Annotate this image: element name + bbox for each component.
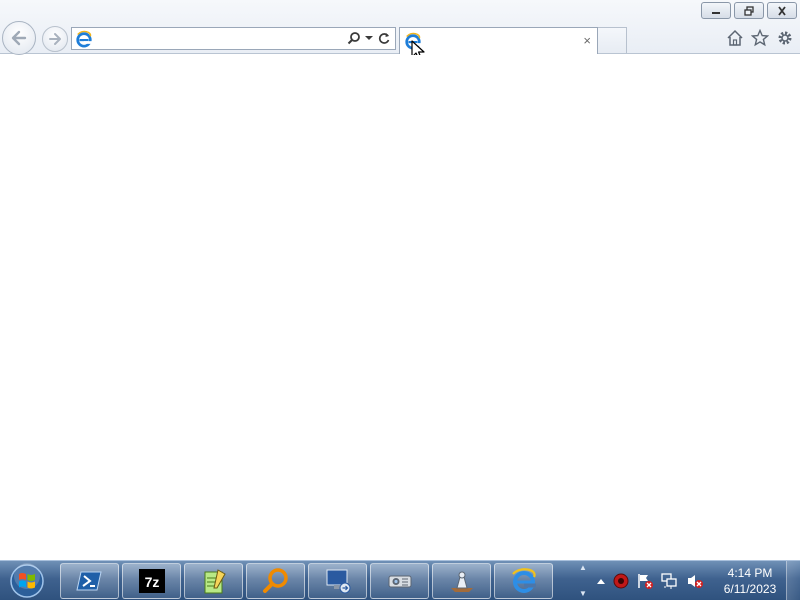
system-tray [596,561,704,600]
tab-close-button[interactable]: × [583,34,591,47]
new-tab-button[interactable] [598,27,627,53]
taskbar-search-tool-button[interactable] [246,563,305,599]
address-tools [347,31,391,45]
back-arrow-icon [11,30,27,46]
restore-button[interactable] [734,2,764,19]
search-icon[interactable] [347,31,361,45]
remote-desktop-icon [326,569,350,594]
home-icon[interactable] [725,28,744,47]
clock-date: 6/11/2023 [723,582,777,596]
7zip-icon: 7z [138,569,165,593]
windows-orb-icon [10,563,44,598]
notepadpp-icon [204,569,226,594]
settings-gear-icon[interactable] [775,28,794,47]
svg-text:7z: 7z [144,574,159,590]
taskbar: 7z ▲ ▼ 4:14 PM 6/11/2023 [0,560,800,600]
taskbar-internet-explorer-button[interactable] [494,563,553,599]
tab-current[interactable]: × [399,27,598,54]
taskbar-scroll[interactable]: ▲ ▼ [577,563,589,599]
forward-button[interactable] [42,26,68,52]
taskbar-powershell-button[interactable] [60,563,119,599]
show-desktop-button[interactable] [786,561,800,600]
forward-arrow-icon [49,33,61,45]
minimize-button[interactable] [701,2,731,19]
back-button[interactable] [2,21,36,55]
close-icon [778,5,786,16]
projector-icon [388,575,411,588]
red-circle-icon[interactable] [613,573,629,589]
volume-muted-icon[interactable] [686,572,704,590]
command-icons [725,28,794,47]
browser-toolbar: × [0,0,800,55]
clock-time: 4:14 PM [727,566,773,580]
ie-logo-icon [511,568,536,593]
address-bar[interactable] [71,27,396,50]
refresh-icon[interactable] [377,31,391,45]
taskbar-7zip-button[interactable]: 7z [122,563,181,599]
flag-error-icon[interactable] [636,572,654,590]
mixer-icon [450,571,473,592]
system-clock[interactable]: 4:14 PM 6/11/2023 [717,565,783,597]
network-error-icon[interactable] [661,572,679,590]
minimize-icon [712,11,720,14]
address-input[interactable] [98,32,338,47]
scroll-down-icon[interactable]: ▼ [579,589,587,599]
close-button[interactable] [767,2,797,19]
scroll-up-icon[interactable]: ▲ [579,563,587,573]
dropdown-arrow-icon[interactable] [365,35,373,41]
start-button[interactable] [5,563,49,599]
taskbar-mixer-button[interactable] [432,563,491,599]
favorites-star-icon[interactable] [750,28,769,47]
ie-logo-icon [76,30,93,48]
show-hidden-icons-arrow[interactable] [596,577,606,585]
window-controls [701,2,797,19]
taskbar-projector-button[interactable] [370,563,429,599]
magnifier-icon [262,568,288,593]
restore-icon [744,5,754,16]
page-content[interactable] [0,55,800,560]
taskbar-notepadpp-button[interactable] [184,563,243,599]
powershell-icon [75,571,102,591]
taskbar-remote-desktop-button[interactable] [308,563,367,599]
